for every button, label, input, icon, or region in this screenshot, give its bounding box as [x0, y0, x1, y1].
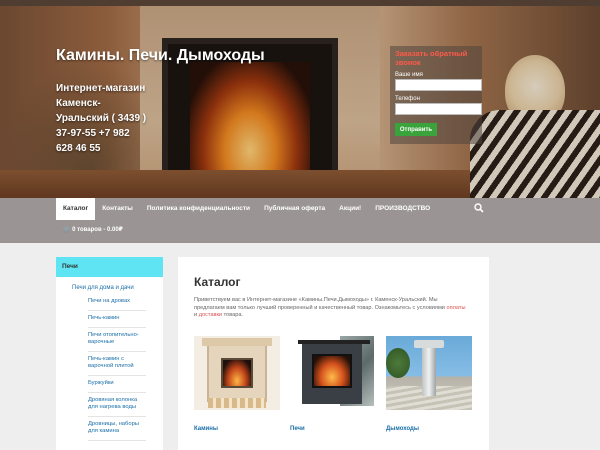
sidebar-item[interactable]: Печь-камин с варочной плитой — [88, 352, 146, 376]
nav-item-privacy[interactable]: Политика конфиденциальности — [140, 198, 257, 220]
sidebar: Печи Печи для дома и дачи Печи на дровах… — [56, 257, 163, 450]
cart-icon: 🛒 — [63, 227, 71, 233]
product-card-chimneys[interactable]: Дымоходы — [386, 336, 472, 432]
product-name[interactable]: Печи — [290, 426, 376, 432]
phone-label: Телефон — [395, 96, 420, 102]
catalog-content: Каталог Приветствуем вас в Интернет-мага… — [178, 257, 489, 450]
chimney-product-image[interactable] — [386, 336, 472, 410]
sidebar-heading[interactable]: Печи — [56, 257, 163, 277]
name-label: Ваше имя — [395, 72, 423, 78]
stove-product-image[interactable] — [290, 336, 376, 410]
search-icon[interactable] — [474, 203, 484, 213]
site-title[interactable]: Камины. Печи. Дымоходы — [56, 47, 265, 65]
product-name[interactable]: Камины — [194, 426, 280, 432]
fireplace-product-image[interactable] — [194, 336, 280, 410]
nav-item-catalog[interactable]: Каталог — [56, 198, 96, 220]
payment-link[interactable]: оплаты — [446, 305, 465, 311]
cart-label: 0 товаров - 0.00₽ — [72, 227, 123, 233]
sidebar-list: Печи на дровах Печь-камин Печи отопитель… — [88, 294, 163, 441]
cart-link[interactable]: 🛒 0 товаров - 0.00₽ — [63, 226, 123, 233]
nav-item-promo[interactable]: Акции! — [332, 198, 368, 220]
sidebar-item[interactable]: Дровяная колонка для нагрева воды — [88, 393, 146, 417]
nav-menu: Каталог Контакты Политика конфиденциальн… — [56, 198, 437, 220]
description-line: 37-97-55 +7 982 — [56, 128, 130, 139]
sidebar-item[interactable]: Буржуйки — [88, 376, 146, 393]
phone-field[interactable] — [395, 103, 482, 115]
product-name[interactable]: Дымоходы — [386, 426, 472, 432]
product-card-fireplaces[interactable]: Камины — [194, 336, 280, 432]
site-description: Интернет-магазин Каменск- Уральский ( 34… — [56, 81, 166, 156]
description-line: 628 46 55 — [56, 143, 101, 154]
nav-item-offer[interactable]: Публичная оферта — [257, 198, 332, 220]
sidebar-item[interactable]: Печи отопительно-варочные — [88, 328, 146, 352]
submit-button[interactable]: Отправить — [395, 123, 437, 136]
callback-form-title: Заказать обратный звонок — [395, 49, 468, 67]
intro-mid: и — [194, 312, 198, 318]
description-line: Интернет-магазин — [56, 83, 146, 94]
sidebar-item[interactable]: Печи на дровах — [88, 294, 146, 311]
delivery-link[interactable]: доставки — [199, 312, 222, 318]
sidebar-item[interactable]: Дровницы, наборы для камина — [88, 417, 146, 441]
nav-item-production[interactable]: ПРОИЗВОДСТВО — [368, 198, 437, 220]
description-line: Уральский ( 3439 ) — [56, 113, 147, 124]
sidebar-category[interactable]: Печи для дома и дачи — [56, 277, 163, 291]
callback-form: Заказать обратный звонок Ваше имя Телефо… — [390, 46, 482, 144]
page-title: Каталог — [194, 275, 241, 289]
intro-end: товара. — [223, 312, 243, 318]
description-line: Каменск- — [56, 98, 101, 109]
intro-text: Приветствуем вас в Интернет-магазине «Ка… — [194, 297, 469, 320]
product-card-stoves[interactable]: Печи — [290, 336, 376, 432]
name-field[interactable] — [395, 79, 482, 91]
nav-item-contacts[interactable]: Контакты — [95, 198, 140, 220]
intro-start: Приветствуем вас в Интернет-магазине «Ка… — [194, 297, 445, 311]
sidebar-item[interactable]: Печь-камин — [88, 311, 146, 328]
